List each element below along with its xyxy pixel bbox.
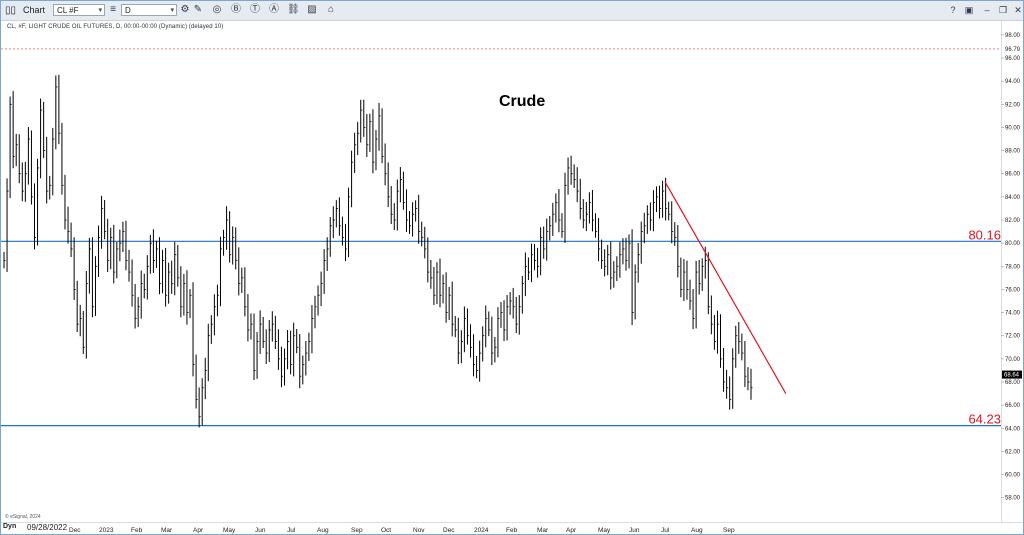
horizontal-level-label: 80.16 [968,227,1001,242]
red-dashed-level-label: 96.79 [1005,47,1021,53]
trendline [664,181,787,394]
x-tick-label: Apr [566,527,577,534]
y-tick-label: 68.00 [1005,380,1021,386]
chart-start-date: 09/28/2022 [27,523,68,532]
price-chart: 58.00 60.00 62.00 64.00 66.00 68.00 70.00 72.00… [1,33,1022,534]
x-tick-label: Jun [255,527,266,534]
y-tick-label: 76.00 [1005,287,1021,293]
y-tick-label: 80.00 [1005,241,1021,247]
y-tick-label: 78.00 [1005,264,1021,270]
y-tick-label: 98.00 [1005,33,1021,39]
last-price-label: 68.64 [1004,373,1020,379]
x-tick-label: Apr [193,527,204,534]
x-tick-label: 2024 [474,527,489,534]
y-tick-label: 72.00 [1005,334,1021,340]
x-tick-label: Feb [506,527,518,534]
x-tick-label: Mar [537,527,549,534]
x-tick-label: 2023 [99,527,114,534]
esignal-credit: © eSignal, 2024 [5,514,41,520]
dynamic-mode-button[interactable]: Dyn [3,523,16,530]
x-tick-label: Jul [661,527,670,534]
y-tick-label: 94.00 [1005,79,1021,85]
x-tick-label: Jun [629,527,640,534]
x-tick-label: May [223,527,236,534]
x-tick-label: Mar [161,527,173,534]
y-tick-label: 70.00 [1005,357,1021,363]
x-tick-label: Nov [413,527,425,534]
y-tick-label: 84.00 [1005,195,1021,201]
y-tick-label: 62.00 [1005,449,1021,455]
x-tick-label: Sep [723,527,735,534]
y-tick-label: 92.00 [1005,102,1021,108]
horizontal-level-label: 64.23 [968,412,1001,427]
x-tick-label: Feb [131,527,143,534]
x-tick-label: Jul [287,527,296,534]
y-tick-label: 88.00 [1005,149,1021,155]
x-tick-label: May [598,527,611,534]
chart-title: Crude [499,93,545,110]
y-tick-label: 60.00 [1005,473,1021,479]
x-tick-label: Oct [381,527,391,534]
x-tick-label: Dec [443,527,455,534]
chart-symbol-description: CL, #F, LIGHT CRUDE OIL FUTURES, D, 00:0… [7,24,224,30]
x-tick-label: Aug [691,527,703,534]
y-tick-label: 66.00 [1005,403,1021,409]
y-tick-label: 74.00 [1005,311,1021,317]
y-tick-label: 64.00 [1005,426,1021,432]
x-tick-label: Aug [317,527,329,534]
y-tick-label: 90.00 [1005,125,1021,131]
y-tick-label: 82.00 [1005,218,1021,224]
x-tick-label: Dec [69,527,81,534]
x-tick-label: Sep [351,527,363,534]
chart-window: ▯▯ Chart CL #F ▾ ≡ D ▾ ⚙ ✎ ◎ Ⓑ Ⓣ Ⓐ ⛓ ▨ ⌂ ? ▣ – ❐ ✕ … [0,0,1024,535]
y-tick-label: 58.00 [1005,496,1021,502]
y-tick-label: 86.00 [1005,172,1021,178]
y-tick-label: 96.00 [1005,56,1021,62]
